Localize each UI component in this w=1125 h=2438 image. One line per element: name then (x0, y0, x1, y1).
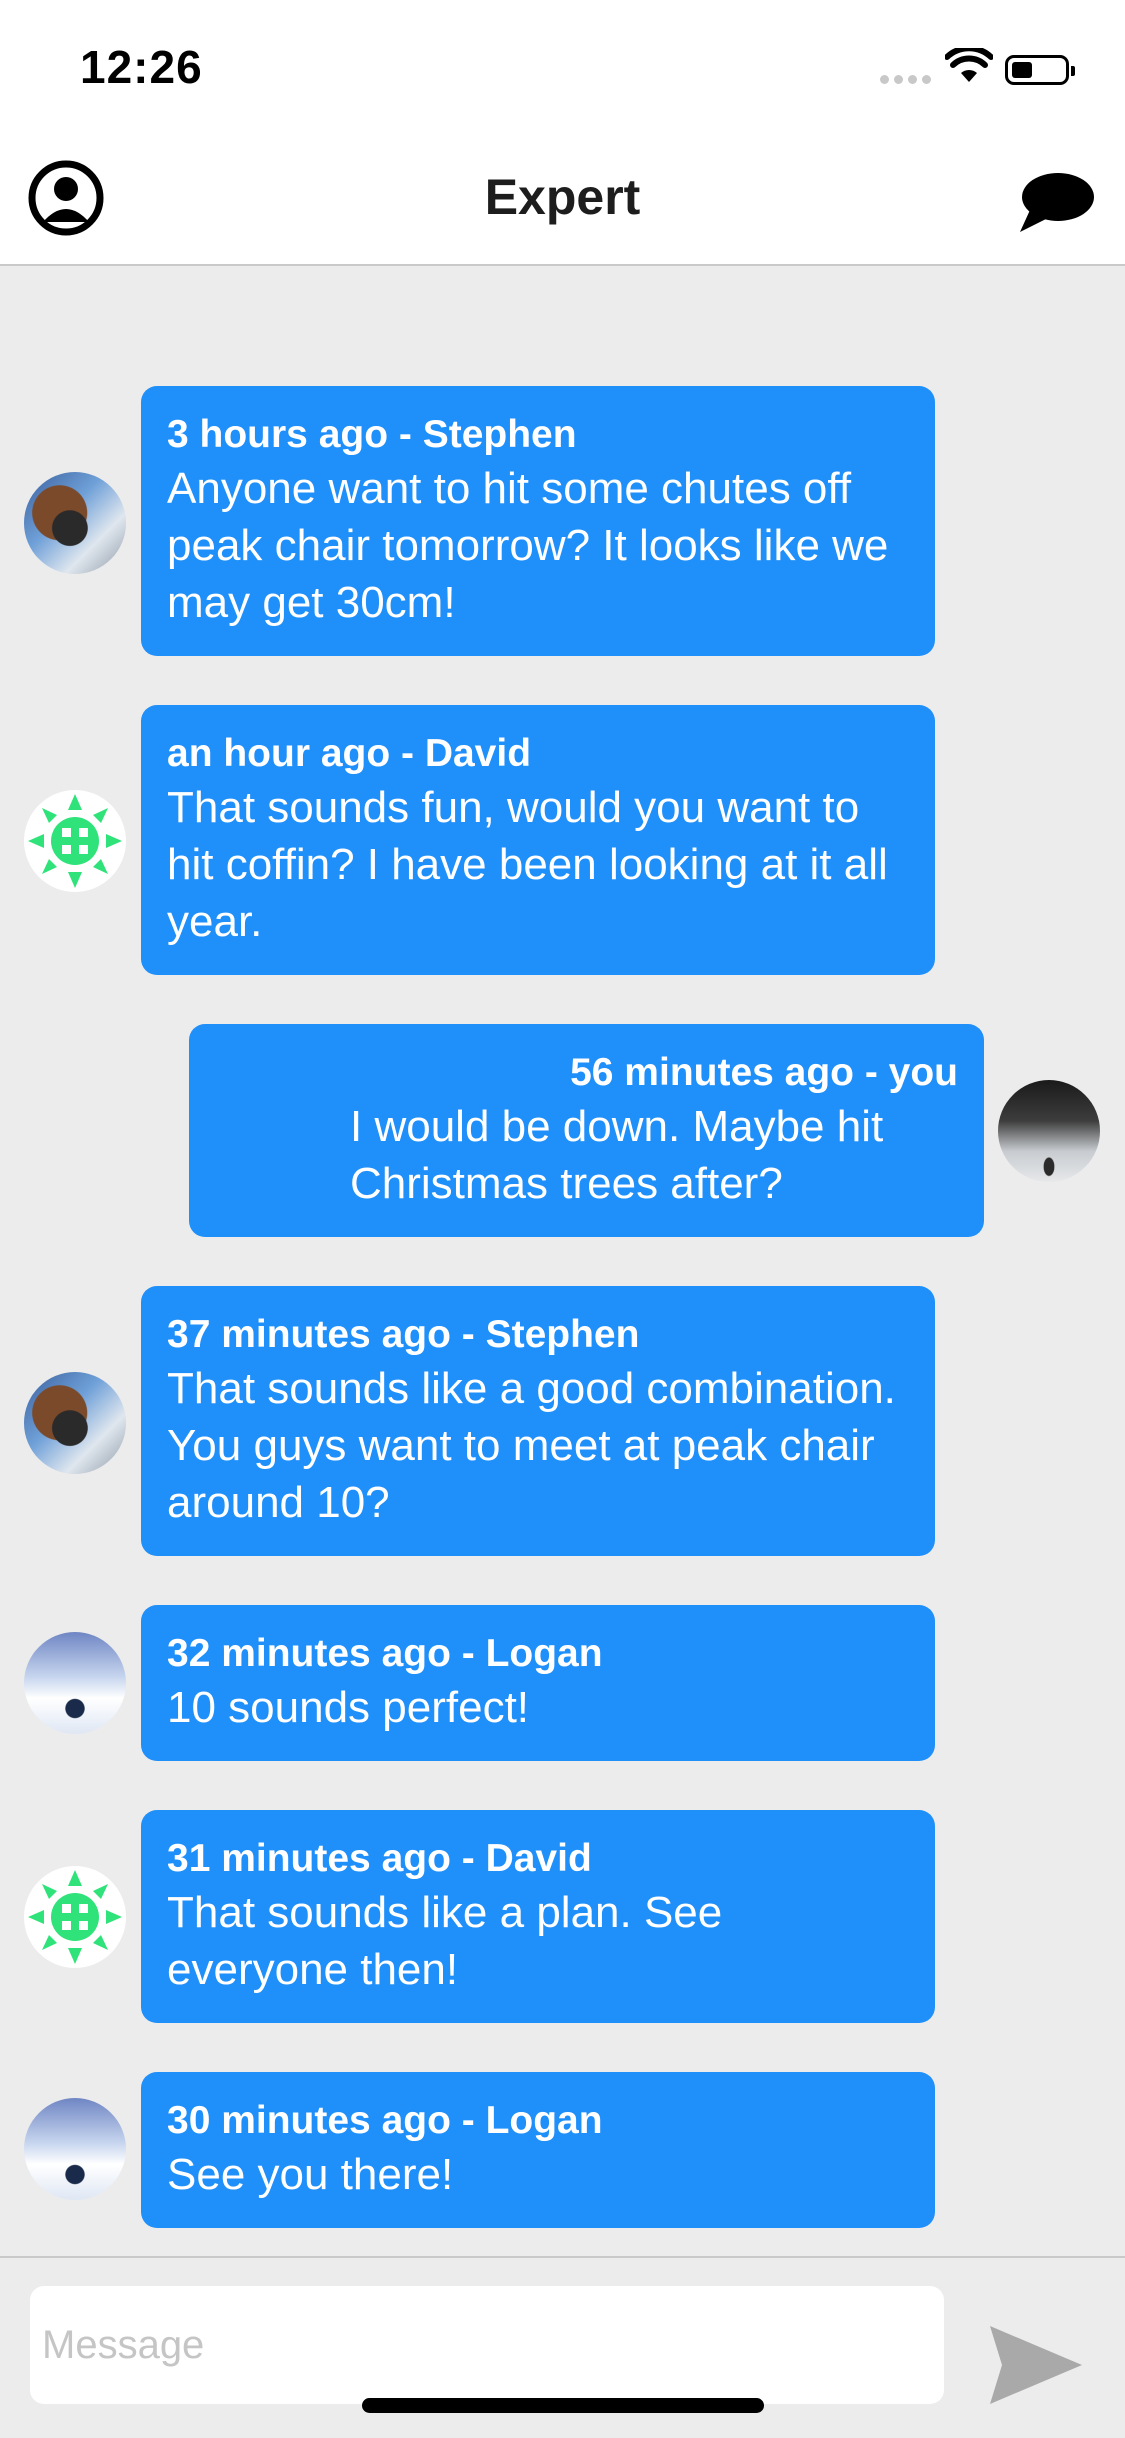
message-bubble: 56 minutes ago - you I would be down. Ma… (189, 1024, 984, 1237)
chat-bubble-icon[interactable] (1018, 170, 1096, 234)
avatar[interactable] (24, 2098, 126, 2200)
message-meta: 31 minutes ago - David (167, 1837, 592, 1880)
message-meta: 56 minutes ago - you (570, 1051, 958, 1094)
message-bubble: 31 minutes ago - David That sounds like … (141, 1810, 935, 2023)
message-meta: an hour ago - David (167, 732, 532, 775)
message-text: Anyone want to hit some chutes off peak … (167, 464, 889, 627)
home-indicator[interactable] (362, 2398, 764, 2413)
cellular-signal-icon (880, 75, 931, 84)
message-list[interactable]: 3 hours ago - Stephen Anyone want to hit… (0, 266, 1125, 2256)
avatar[interactable] (24, 1866, 126, 1968)
message-text: See you there! (167, 2150, 454, 2199)
message-text: That sounds like a plan. See everyone th… (167, 1888, 723, 1994)
message-bubble: an hour ago - David That sounds fun, wou… (141, 705, 935, 975)
message-meta: 37 minutes ago - Stephen (167, 1313, 640, 1356)
message-meta: 3 hours ago - Stephen (167, 413, 577, 456)
avatar[interactable] (24, 1632, 126, 1734)
avatar[interactable] (24, 790, 126, 892)
status-time: 12:26 (80, 41, 203, 93)
message-input[interactable] (30, 2286, 944, 2404)
wifi-icon (945, 48, 993, 82)
send-arrow-icon[interactable] (988, 2324, 1084, 2406)
message-bubble: 3 hours ago - Stephen Anyone want to hit… (141, 386, 935, 656)
message-text: 10 sounds perfect! (167, 1683, 530, 1732)
message-text: That sounds like a good combination. You… (167, 1364, 896, 1527)
message-meta: 30 minutes ago - Logan (167, 2099, 603, 2142)
message-bubble: 37 minutes ago - Stephen That sounds lik… (141, 1286, 935, 1556)
message-bubble: 32 minutes ago - Logan 10 sounds perfect… (141, 1605, 935, 1761)
avatar[interactable] (24, 472, 126, 574)
nav-bar: Expert (0, 140, 1125, 266)
page-title: Expert (484, 169, 641, 225)
message-meta: 32 minutes ago - Logan (167, 1632, 603, 1675)
status-bar: 12:26 (0, 0, 1125, 140)
message-text: That sounds fun, would you want to hit c… (167, 783, 888, 946)
message-bubble: 30 minutes ago - Logan See you there! (141, 2072, 935, 2228)
battery-icon (1005, 55, 1075, 85)
avatar[interactable] (24, 1372, 126, 1474)
message-text: I would be down. Maybe hit Christmas tre… (350, 1102, 884, 1208)
avatar[interactable] (998, 1080, 1100, 1182)
